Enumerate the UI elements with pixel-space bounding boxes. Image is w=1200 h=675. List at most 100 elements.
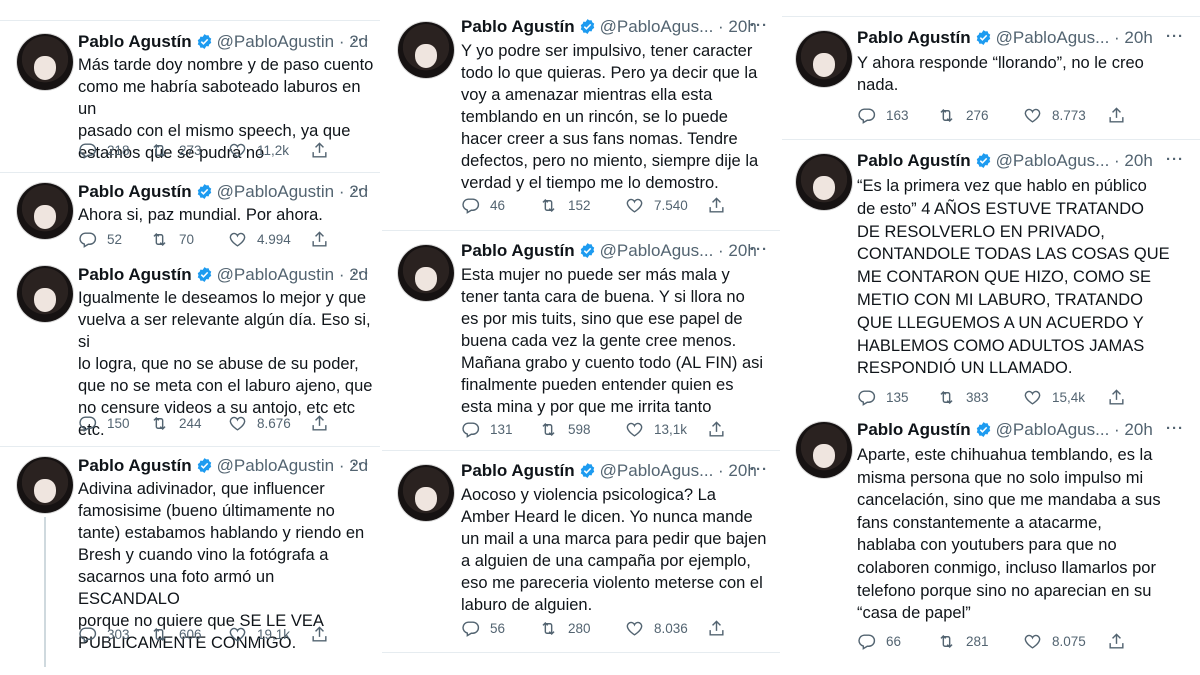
tweet[interactable]: Pablo Agustín @PabloAgus... · 20h ··· Aoc…: [382, 451, 780, 651]
reply-button[interactable]: 303: [78, 625, 150, 644]
retweet-button[interactable]: 598: [539, 420, 625, 439]
retweet-icon: [542, 198, 555, 213]
handle[interactable]: @PabloAgus...: [600, 241, 714, 260]
handle[interactable]: @PabloAgus...: [996, 28, 1110, 47]
reply-button[interactable]: 150: [78, 414, 150, 433]
reply-button[interactable]: 218: [78, 141, 150, 160]
share-button[interactable]: [1107, 106, 1136, 125]
handle[interactable]: @PabloAgus...: [600, 17, 714, 36]
retweet-button[interactable]: 273: [150, 141, 228, 160]
timestamp[interactable]: 20h: [1124, 28, 1152, 47]
reply-button[interactable]: 66: [857, 632, 937, 651]
avatar[interactable]: [398, 245, 454, 301]
more-icon[interactable]: ···: [352, 32, 370, 49]
handle[interactable]: @PabloAgus...: [996, 420, 1110, 439]
share-button[interactable]: [310, 625, 339, 644]
more-icon[interactable]: ···: [352, 182, 370, 199]
handle[interactable]: @PabloAgustin: [217, 265, 334, 284]
reply-button[interactable]: 131: [461, 420, 539, 439]
avatar[interactable]: [796, 31, 852, 87]
display-name[interactable]: Pablo Agustín: [857, 151, 971, 170]
more-icon[interactable]: ···: [352, 456, 370, 473]
display-name[interactable]: Pablo Agustín: [857, 28, 971, 47]
reply-button[interactable]: 135: [857, 388, 937, 407]
more-icon[interactable]: ···: [750, 241, 768, 258]
retweet-button[interactable]: 383: [937, 388, 1023, 407]
like-button[interactable]: 13,1k: [625, 420, 707, 439]
like-button[interactable]: 7.540: [625, 196, 707, 215]
tweet[interactable]: Pablo Agustín @PabloAgus... · 20h ··· “Es…: [782, 140, 1200, 412]
retweet-button[interactable]: 244: [150, 414, 228, 433]
more-icon[interactable]: ···: [750, 461, 768, 478]
like-button[interactable]: 8.676: [228, 414, 310, 433]
retweet-icon: [153, 416, 166, 431]
handle[interactable]: @PabloAgus...: [996, 151, 1110, 170]
timestamp[interactable]: 20h: [1124, 420, 1152, 439]
reply-button[interactable]: 163: [857, 106, 937, 125]
reply-button[interactable]: 56: [461, 619, 539, 638]
more-icon[interactable]: ···: [1166, 151, 1184, 168]
like-icon: [626, 621, 643, 636]
more-icon[interactable]: ···: [352, 265, 370, 282]
share-button[interactable]: [310, 141, 339, 160]
retweet-button[interactable]: 70: [150, 230, 228, 249]
reply-button[interactable]: 46: [461, 196, 539, 215]
retweet-button[interactable]: 152: [539, 196, 625, 215]
display-name[interactable]: Pablo Agustín: [461, 461, 575, 480]
avatar[interactable]: [398, 465, 454, 521]
display-name[interactable]: Pablo Agustín: [78, 182, 192, 201]
reply-button[interactable]: 52: [78, 230, 150, 249]
retweet-button[interactable]: 276: [937, 106, 1023, 125]
timestamp[interactable]: 20h: [1124, 151, 1152, 170]
like-button[interactable]: 4.994: [228, 230, 310, 249]
tweet[interactable]: Pablo Agustín @PabloAgus... · 20h ··· Est…: [382, 231, 780, 449]
share-button[interactable]: [310, 230, 339, 249]
handle[interactable]: @PabloAgustin: [217, 456, 334, 475]
share-button[interactable]: [310, 414, 339, 433]
share-button[interactable]: [707, 420, 736, 439]
display-name[interactable]: Pablo Agustín: [78, 456, 192, 475]
like-button[interactable]: 11,2k: [228, 141, 310, 160]
avatar[interactable]: [17, 266, 73, 322]
retweet-button[interactable]: 280: [539, 619, 625, 638]
handle[interactable]: @PabloAgustin: [217, 32, 334, 51]
share-button[interactable]: [707, 619, 736, 638]
more-icon[interactable]: ···: [750, 17, 768, 34]
avatar[interactable]: [17, 183, 73, 239]
avatar[interactable]: [17, 457, 73, 513]
tweet[interactable]: Pablo Agustín @PabloAgustin · 2d ··· Igua…: [0, 256, 380, 444]
share-button[interactable]: [707, 196, 736, 215]
display-name[interactable]: Pablo Agustín: [78, 265, 192, 284]
display-name[interactable]: Pablo Agustín: [78, 32, 192, 51]
like-button[interactable]: 8.036: [625, 619, 707, 638]
like-button[interactable]: 8.075: [1023, 632, 1107, 651]
retweet-icon: [153, 232, 166, 247]
tweet-text: Y ahora responde “llorando”, no le creo …: [857, 54, 1144, 94]
like-button[interactable]: 19,1k: [228, 625, 310, 644]
tweet[interactable]: Pablo Agustín @PabloAgustin · 2d ··· Más …: [0, 22, 380, 170]
avatar[interactable]: [17, 34, 73, 90]
like-button[interactable]: 8.773: [1023, 106, 1107, 125]
like-button[interactable]: 15,4k: [1023, 388, 1107, 407]
tweet[interactable]: Pablo Agustín @PabloAgustin · 2d ··· Adiv…: [0, 447, 380, 675]
retweet-button[interactable]: 606: [150, 625, 228, 644]
share-button[interactable]: [1107, 632, 1136, 651]
avatar[interactable]: [398, 22, 454, 78]
more-icon[interactable]: ···: [1166, 420, 1184, 437]
tweet[interactable]: Pablo Agustín @PabloAgus... · 20h ··· Y a…: [782, 17, 1200, 137]
retweet-button[interactable]: 281: [937, 632, 1023, 651]
more-icon[interactable]: ···: [1166, 28, 1184, 45]
tweet[interactable]: Pablo Agustín @PabloAgus... · 20h ··· Y y…: [382, 0, 780, 228]
tweet[interactable]: Pablo Agustín @PabloAgustin · 2d ··· Ahor…: [0, 173, 380, 255]
display-name[interactable]: Pablo Agustín: [461, 17, 575, 36]
handle[interactable]: @PabloAgustin: [217, 182, 334, 201]
avatar[interactable]: [796, 154, 852, 210]
handle[interactable]: @PabloAgus...: [600, 461, 714, 480]
avatar[interactable]: [796, 422, 852, 478]
reply-icon: [462, 198, 480, 214]
thread-line: [44, 517, 46, 667]
display-name[interactable]: Pablo Agustín: [461, 241, 575, 260]
share-button[interactable]: [1107, 388, 1136, 407]
display-name[interactable]: Pablo Agustín: [857, 420, 971, 439]
tweet[interactable]: Pablo Agustín @PabloAgus... · 20h ··· Apa…: [782, 410, 1200, 675]
